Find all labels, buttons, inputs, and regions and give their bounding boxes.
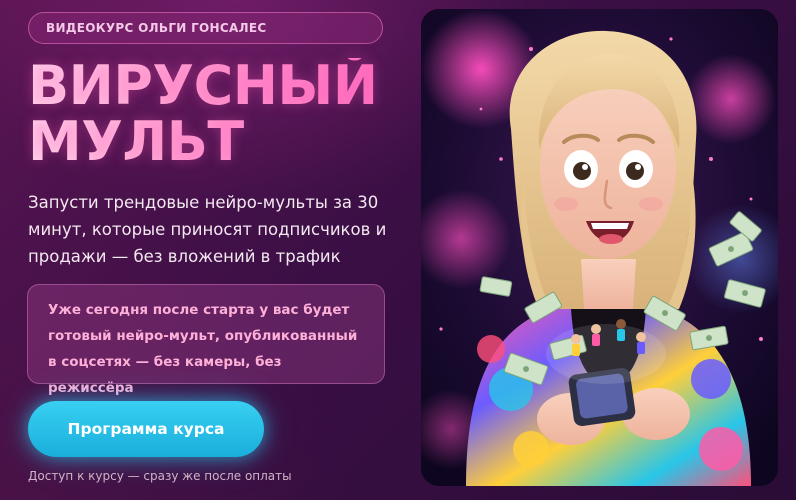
- course-program-button[interactable]: Программа курса: [28, 401, 264, 457]
- hero-title-line-2: МУЛЬТ: [28, 114, 378, 170]
- hero-title-line-1: ВИРУСНЫЙ: [28, 54, 378, 117]
- cartoon-woman-with-phone-and-money-icon: [421, 9, 778, 486]
- course-badge: ВИДЕОКУРС ОЛЬГИ ГОНСАЛЕС: [28, 12, 383, 44]
- highlight-text: Уже сегодня после старта у вас будет гот…: [48, 302, 358, 396]
- hero-title: ВИРУСНЫЙ МУЛЬТ: [28, 58, 378, 170]
- highlight-box: Уже сегодня после старта у вас будет гот…: [27, 284, 385, 396]
- hero-illustration: [421, 9, 778, 486]
- course-program-button-label: Программа курса: [67, 420, 225, 438]
- course-badge-label: ВИДЕОКУРС ОЛЬГИ ГОНСАЛЕС: [46, 21, 267, 35]
- access-note: Доступ к курсу — сразу же после оплаты: [28, 469, 292, 483]
- hero-description: Запусти трендовые нейро-мульты за 30 мин…: [28, 193, 387, 266]
